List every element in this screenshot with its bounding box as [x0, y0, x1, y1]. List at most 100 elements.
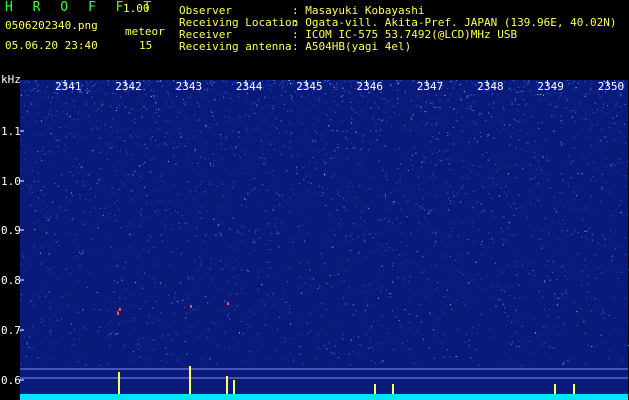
- noise-pixel: [442, 163, 444, 165]
- noise-pixel: [283, 145, 285, 147]
- noise-pixel: [450, 240, 452, 242]
- noise-pixel: [309, 161, 311, 163]
- noise-pixel: [478, 114, 480, 116]
- noise-pixel: [463, 358, 464, 360]
- noise-pixel: [401, 274, 403, 276]
- noise-pixel: [439, 282, 441, 284]
- noise-pixel: [142, 178, 144, 180]
- noise-pixel: [165, 361, 167, 363]
- x-tick-label: 2344: [236, 80, 263, 93]
- noise-pixel: [214, 190, 216, 191]
- noise-pixel: [594, 351, 596, 353]
- noise-pixel: [368, 206, 370, 208]
- noise-pixel: [61, 306, 63, 308]
- noise-pixel: [372, 118, 374, 120]
- noise-pixel: [556, 202, 558, 203]
- noise-pixel: [248, 192, 250, 194]
- noise-pixel: [493, 102, 495, 104]
- noise-pixel: [99, 309, 101, 310]
- noise-pixel: [230, 186, 232, 188]
- noise-pixel: [248, 230, 250, 232]
- noise-pixel: [51, 267, 53, 269]
- noise-pixel: [204, 141, 206, 143]
- noise-pixel: [313, 124, 315, 126]
- noise-pixel: [99, 152, 101, 154]
- noise-pixel: [279, 232, 281, 234]
- noise-pixel: [220, 137, 222, 139]
- noise-pixel: [471, 220, 473, 222]
- noise-pixel: [174, 292, 176, 294]
- noise-pixel: [451, 308, 453, 310]
- noise-pixel: [121, 280, 123, 282]
- noise-pixel: [301, 123, 303, 125]
- noise-pixel: [203, 92, 205, 94]
- noise-pixel: [333, 175, 335, 177]
- noise-pixel: [533, 152, 535, 154]
- noise-pixel: [132, 355, 133, 357]
- noise-pixel: [416, 106, 418, 107]
- noise-pixel: [39, 133, 41, 135]
- noise-pixel: [165, 210, 167, 212]
- noise-pixel: [183, 344, 185, 346]
- noise-pixel: [202, 80, 204, 82]
- noise-pixel: [501, 305, 503, 307]
- noise-pixel: [39, 158, 41, 159]
- noise-pixel: [575, 87, 577, 89]
- noise-pixel: [461, 88, 463, 90]
- noise-pixel: [384, 225, 386, 227]
- noise-pixel: [580, 101, 581, 103]
- noise-pixel: [94, 83, 96, 85]
- noise-pixel: [281, 95, 283, 96]
- noise-pixel: [528, 272, 530, 274]
- noise-pixel: [112, 166, 114, 168]
- meteor-echo: [119, 308, 121, 311]
- noise-pixel: [314, 97, 316, 99]
- noise-pixel: [472, 226, 474, 228]
- noise-pixel: [404, 124, 406, 126]
- noise-pixel: [395, 182, 397, 184]
- noise-pixel: [557, 334, 559, 335]
- noise-pixel: [385, 103, 387, 105]
- noise-pixel: [544, 280, 546, 282]
- noise-pixel: [178, 143, 180, 145]
- noise-pixel: [437, 331, 439, 333]
- noise-pixel: [395, 316, 397, 318]
- noise-pixel: [625, 102, 627, 103]
- noise-pixel: [501, 289, 503, 291]
- noise-pixel: [414, 235, 416, 237]
- noise-pixel: [582, 218, 584, 220]
- noise-pixel: [432, 329, 434, 331]
- noise-pixel: [167, 91, 169, 93]
- noise-pixel: [104, 305, 106, 307]
- noise-pixel: [269, 358, 271, 360]
- noise-pixel: [244, 114, 246, 116]
- noise-pixel: [447, 149, 449, 151]
- noise-pixel: [492, 94, 494, 96]
- noise-pixel: [473, 100, 475, 102]
- noise-pixel: [406, 348, 408, 350]
- noise-pixel: [383, 255, 385, 256]
- noise-pixel: [363, 227, 365, 229]
- noise-pixel: [136, 143, 138, 145]
- noise-pixel: [34, 228, 36, 230]
- noise-pixel: [290, 132, 292, 134]
- noise-pixel: [290, 212, 292, 214]
- noise-pixel: [167, 299, 169, 301]
- noise-pixel: [148, 234, 150, 236]
- noise-pixel: [88, 174, 90, 176]
- noise-pixel: [31, 184, 33, 185]
- noise-pixel: [564, 270, 566, 272]
- noise-pixel: [419, 170, 421, 172]
- noise-pixel: [150, 89, 152, 91]
- noise-pixel: [367, 95, 369, 97]
- noise-pixel: [52, 201, 54, 203]
- noise-pixel: [43, 146, 45, 148]
- noise-pixel: [492, 183, 494, 185]
- noise-pixel: [232, 217, 234, 219]
- noise-pixel: [585, 113, 587, 114]
- noise-pixel: [109, 212, 111, 214]
- noise-pixel: [343, 197, 345, 199]
- noise-pixel: [44, 90, 46, 92]
- noise-pixel: [74, 329, 75, 331]
- noise-pixel: [585, 265, 587, 267]
